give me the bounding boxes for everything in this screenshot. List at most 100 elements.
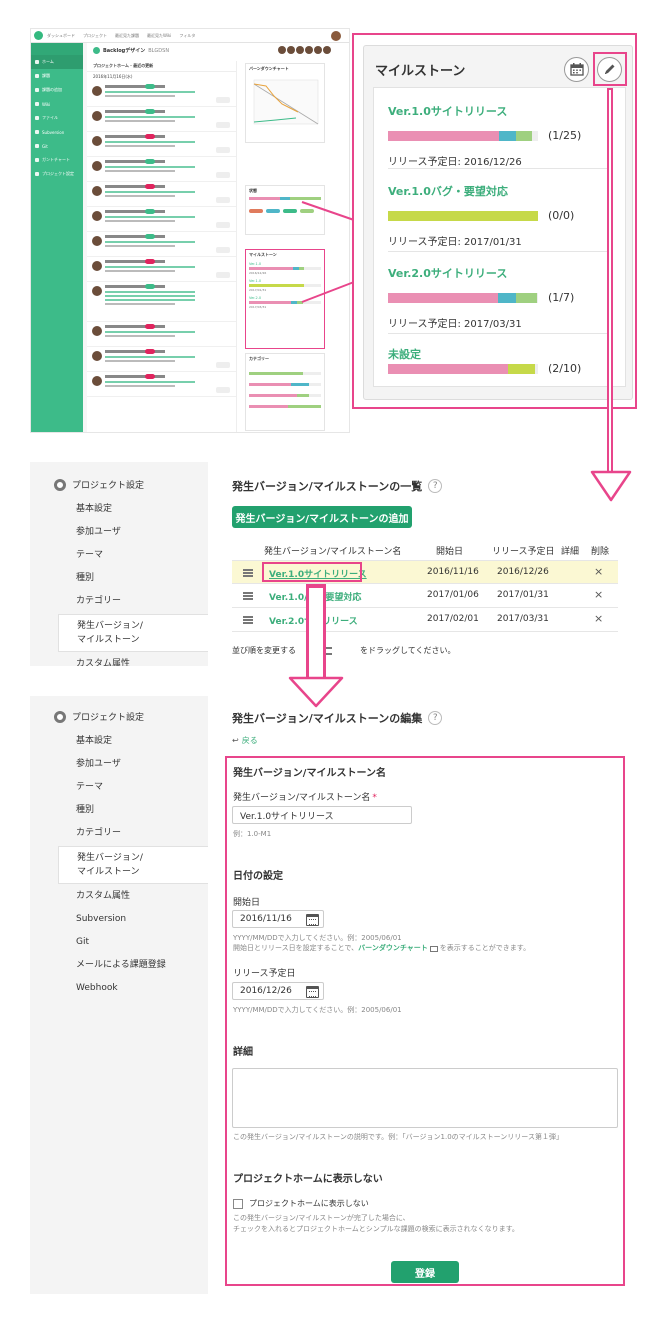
settings-item[interactable]: 種別 xyxy=(76,803,94,817)
star-button[interactable] xyxy=(216,172,230,178)
mini-nav-item[interactable]: 最近見たWiki xyxy=(147,33,171,39)
settings-item[interactable]: Subversion xyxy=(76,912,126,926)
feed-item[interactable] xyxy=(87,232,236,257)
feed-item[interactable] xyxy=(87,282,236,322)
user-avatar[interactable] xyxy=(331,31,341,41)
star-button[interactable] xyxy=(216,362,230,368)
calendar-icon[interactable] xyxy=(306,986,319,998)
section-title: プロジェクトホームに表示しない xyxy=(233,1174,383,1185)
star-button[interactable] xyxy=(216,197,230,203)
feed-item[interactable] xyxy=(87,157,236,182)
avatar[interactable] xyxy=(314,46,322,54)
settings-item[interactable]: テーマ xyxy=(76,548,103,562)
delete-icon[interactable]: × xyxy=(594,565,603,578)
milestone-name[interactable]: Ver.1.0バグ・要望対応 xyxy=(388,183,618,199)
mini-nav-item[interactable]: ダッシュボード xyxy=(47,33,75,39)
feed-item[interactable] xyxy=(87,132,236,157)
delete-icon[interactable]: × xyxy=(594,588,603,601)
backlog-logo-icon[interactable] xyxy=(34,31,43,40)
settings-item[interactable]: 基本設定 xyxy=(76,734,112,748)
settings-item[interactable]: Webhook xyxy=(76,981,118,995)
mini-side-item[interactable]: プロジェクト設定 xyxy=(31,167,83,181)
star-button[interactable] xyxy=(216,272,230,278)
star-button[interactable] xyxy=(216,122,230,128)
mini-side-item[interactable]: ファイル xyxy=(31,111,83,125)
star-button[interactable] xyxy=(216,247,230,253)
detail-textarea[interactable] xyxy=(232,1068,618,1128)
feed-item[interactable] xyxy=(87,347,236,372)
settings-item[interactable]: 基本設定 xyxy=(76,502,112,516)
avatar[interactable] xyxy=(278,46,286,54)
file-icon xyxy=(35,116,39,120)
feed-item[interactable] xyxy=(87,372,236,397)
hide-checkbox-row[interactable]: プロジェクトホームに表示しない xyxy=(233,1198,369,1209)
start-date-input[interactable]: 2016/11/16 xyxy=(232,910,324,928)
milestone-name-input[interactable]: Ver.1.0サイトリリース xyxy=(232,806,412,824)
hide-checkbox[interactable] xyxy=(233,1198,243,1209)
milestone-name[interactable]: Ver.1.0サイトリリース xyxy=(388,103,618,119)
settings-item[interactable]: Git xyxy=(76,935,89,949)
help-icon[interactable]: ? xyxy=(428,479,443,493)
milestone-name[interactable]: Ver.2.0サイトリリース xyxy=(388,265,618,281)
release-date-input[interactable]: 2016/12/26 xyxy=(232,982,324,1000)
milestone-name[interactable]: 未設定 xyxy=(388,346,618,362)
row-highlight xyxy=(262,562,362,582)
milestone-item[interactable]: Ver.1.0バグ・要望対応 (0/0) リリース予定日: 2017/01/31 xyxy=(388,183,618,248)
calendar-icon[interactable] xyxy=(306,914,319,926)
back-link[interactable]: ↩ 戻る xyxy=(232,735,258,746)
mini-side-item[interactable]: ガントチャート xyxy=(31,153,83,167)
feed-item[interactable] xyxy=(87,82,236,107)
milestone-item[interactable]: 未設定 (2/10) xyxy=(388,346,618,375)
settings-item[interactable]: メールによる課題登録 xyxy=(76,958,166,972)
settings-item[interactable]: カテゴリー xyxy=(76,594,121,608)
settings-item-selected[interactable]: 発生バージョン/ マイルストーン xyxy=(58,846,208,884)
settings-item[interactable]: 参加ユーザ xyxy=(76,757,121,771)
drag-handle-icon[interactable] xyxy=(243,616,253,624)
settings-item[interactable]: 参加ユーザ xyxy=(76,525,121,539)
delete-icon[interactable]: × xyxy=(594,612,603,625)
drag-handle-icon[interactable] xyxy=(243,569,253,577)
mini-side-item[interactable]: 課題の追加 xyxy=(31,83,83,97)
mini-side-item[interactable]: Subversion xyxy=(31,125,83,139)
star-button[interactable] xyxy=(216,97,230,103)
settings-item[interactable]: カスタム属性 xyxy=(76,657,130,666)
feed-item[interactable] xyxy=(87,257,236,282)
mini-nav-item[interactable]: フィルタ xyxy=(179,33,195,39)
feed-item[interactable] xyxy=(87,107,236,132)
mini-side-item[interactable]: Git xyxy=(31,139,83,153)
calendar-button[interactable] xyxy=(564,57,589,82)
help-icon[interactable]: ? xyxy=(428,711,443,725)
milestone-item[interactable]: Ver.1.0サイトリリース (1/25) リリース予定日: 2016/12/2… xyxy=(388,103,618,168)
milestone-progress-bar xyxy=(388,211,538,221)
star-button[interactable] xyxy=(216,387,230,393)
settings-item[interactable]: カテゴリー xyxy=(76,826,121,840)
drag-handle-icon[interactable] xyxy=(243,592,253,600)
feed-item[interactable] xyxy=(87,322,236,347)
mini-side-item[interactable]: Wiki xyxy=(31,97,83,111)
avatar[interactable] xyxy=(323,46,331,54)
star-button[interactable] xyxy=(216,222,230,228)
avatar[interactable] xyxy=(305,46,313,54)
avatar[interactable] xyxy=(296,46,304,54)
name-hint: 例：1.0-M1 xyxy=(233,830,272,838)
milestone-item[interactable]: Ver.2.0サイトリリース (1/7) リリース予定日: 2017/03/31 xyxy=(388,265,618,330)
mini-side-item[interactable]: ホーム xyxy=(31,55,83,69)
settings-icon xyxy=(35,172,39,176)
table-row[interactable]: Ver.2.0サ リリース 2017/02/01 2017/03/31 × xyxy=(232,608,618,632)
feed-item[interactable] xyxy=(87,182,236,207)
avatar[interactable] xyxy=(287,46,295,54)
submit-button[interactable]: 登録 xyxy=(391,1261,459,1283)
settings-item-selected[interactable]: 発生バージョン/ マイルストーン xyxy=(58,614,208,652)
mini-nav-item[interactable]: 最近見た課題 xyxy=(115,33,139,39)
settings-sidebar: プロジェクト設定 基本設定 参加ユーザ テーマ 種別 カテゴリー 発生バージョン… xyxy=(30,462,208,666)
settings-item[interactable]: テーマ xyxy=(76,780,103,794)
settings-item[interactable]: カスタム属性 xyxy=(76,889,130,903)
mini-nav-item[interactable]: プロジェクト xyxy=(83,33,107,39)
feed-item[interactable] xyxy=(87,207,236,232)
settings-item[interactable]: 種別 xyxy=(76,571,94,585)
star-button[interactable] xyxy=(216,147,230,153)
table-row[interactable]: Ver.1.0/ 要望対応 2017/01/06 2017/01/31 × xyxy=(232,584,618,608)
burndown-link[interactable]: バーンダウンチャート xyxy=(358,943,428,954)
add-milestone-button[interactable]: 発生バージョン/マイルストーンの追加 xyxy=(232,506,412,528)
mini-side-item[interactable]: 課題 xyxy=(31,69,83,83)
